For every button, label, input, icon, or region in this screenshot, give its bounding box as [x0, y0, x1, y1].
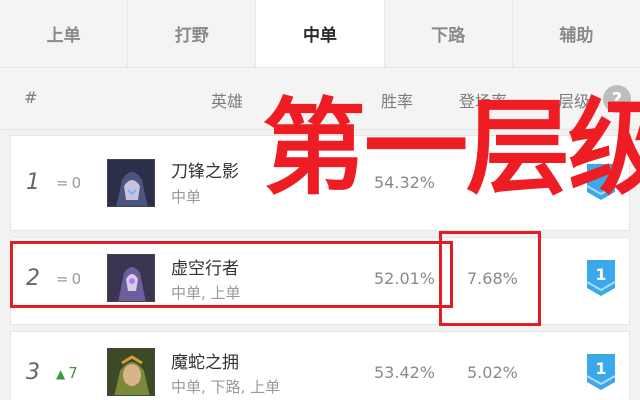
- table-row[interactable]: 3 ▲ 7 魔蛇之拥 中单, 下路, 上单 53.42% 5.02% 1: [10, 331, 630, 400]
- rank-number: 1: [26, 170, 40, 195]
- trend-value: 0: [71, 174, 82, 192]
- header-rank: #: [24, 88, 38, 107]
- hero-positions: 中单: [171, 188, 202, 206]
- hero-positions: 中单, 下路, 上单: [171, 378, 281, 396]
- tier-number: 1: [595, 265, 606, 284]
- trend-up-arrow-icon: ▲: [56, 367, 66, 381]
- position-tabs: 上单 打野 中单 下路 辅助: [0, 0, 640, 68]
- trend-indicator: = 0: [56, 174, 81, 192]
- annotation-box-hero: [10, 241, 453, 308]
- tier-number: 1: [595, 359, 606, 378]
- hero-portrait[interactable]: [107, 159, 155, 207]
- tab-jungle[interactable]: 打野: [128, 0, 257, 67]
- hero-portrait-icon: [108, 160, 154, 206]
- rank-number: 3: [26, 360, 40, 385]
- hero-name[interactable]: 刀锋之影: [171, 157, 239, 182]
- trend-value: 7: [68, 364, 78, 382]
- pick-rate: 5.02%: [467, 363, 518, 382]
- trend-equal-icon: =: [56, 174, 69, 192]
- tab-top[interactable]: 上单: [0, 0, 129, 67]
- win-rate: 53.42%: [374, 363, 436, 382]
- header-hero: 英雄: [211, 92, 244, 111]
- annotation-title: 第一层级: [262, 87, 640, 209]
- tier-badge-icon: 1: [586, 354, 616, 390]
- annotation-box-pick-rate: [439, 231, 541, 326]
- hero-portrait-icon: [108, 349, 154, 395]
- tab-support[interactable]: 辅助: [513, 0, 640, 67]
- tier-badge-icon: 1: [586, 260, 616, 296]
- hero-name[interactable]: 魔蛇之拥: [171, 348, 239, 373]
- trend-indicator: ▲ 7: [56, 364, 78, 382]
- tier-badge: 1: [583, 258, 619, 302]
- tab-bottom[interactable]: 下路: [385, 0, 513, 67]
- tier-badge: 1: [583, 352, 619, 396]
- tab-mid[interactable]: 中单: [256, 0, 385, 67]
- hero-portrait[interactable]: [107, 348, 155, 396]
